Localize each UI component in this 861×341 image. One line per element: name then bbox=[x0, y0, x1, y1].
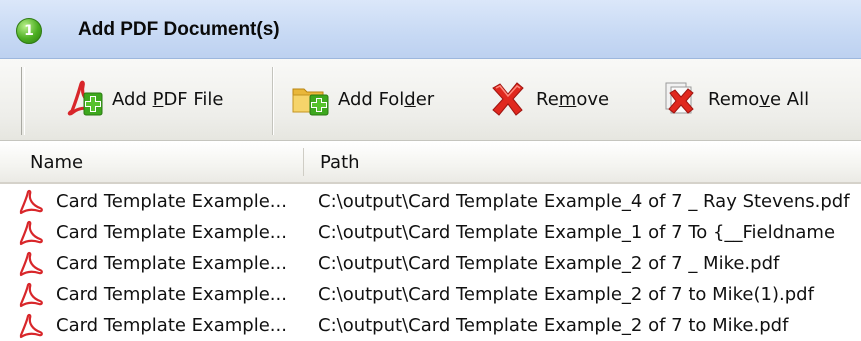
remove-icon bbox=[492, 82, 524, 116]
list-header: Name Path bbox=[0, 142, 861, 184]
step-number-icon: 1 bbox=[16, 18, 42, 44]
add-pdf-file-button[interactable]: Add PDF File bbox=[64, 77, 224, 121]
remove-all-label: Remove All bbox=[708, 88, 810, 110]
toolbar: Add PDF File Add Folder Remove Remove Al… bbox=[0, 59, 861, 141]
panel-titlebar: 1 Add PDF Document(s) bbox=[0, 0, 861, 59]
remove-all-icon bbox=[665, 82, 694, 114]
list-item[interactable]: Card Template Example... C:\output\Card … bbox=[0, 186, 861, 217]
list-item[interactable]: Card Template Example... C:\output\Card … bbox=[0, 279, 861, 310]
file-list: Card Template Example... C:\output\Card … bbox=[0, 186, 861, 341]
file-path: C:\output\Card Template Example_2 of 7 _… bbox=[318, 253, 780, 274]
add-folder-icon bbox=[292, 88, 329, 116]
remove-label: Remove bbox=[536, 88, 610, 110]
file-name: Card Template Example... bbox=[56, 315, 287, 336]
add-pdf-file-label: Add PDF File bbox=[112, 88, 224, 110]
column-header-path[interactable]: Path bbox=[320, 152, 360, 173]
list-item[interactable]: Card Template Example... C:\output\Card … bbox=[0, 217, 861, 248]
add-folder-button[interactable]: Add Folder bbox=[290, 77, 434, 121]
file-name: Card Template Example... bbox=[56, 222, 287, 243]
pdf-file-icon bbox=[19, 251, 43, 277]
column-header-name[interactable]: Name bbox=[30, 152, 83, 173]
panel-title: Add PDF Document(s) bbox=[78, 19, 280, 40]
file-path: C:\output\Card Template Example_2 of 7 t… bbox=[318, 284, 814, 305]
toolbar-separator bbox=[272, 67, 274, 135]
file-name: Card Template Example... bbox=[56, 284, 287, 305]
file-path: C:\output\Card Template Example_1 of 7 T… bbox=[318, 222, 836, 243]
pdf-file-icon bbox=[19, 220, 43, 246]
remove-all-button[interactable]: Remove All bbox=[660, 77, 809, 121]
list-item[interactable]: Card Template Example... C:\output\Card … bbox=[0, 310, 861, 341]
add-pdf-icon bbox=[67, 80, 103, 116]
pdf-file-icon bbox=[19, 189, 43, 215]
file-path: C:\output\Card Template Example_2 of 7 t… bbox=[318, 315, 789, 336]
file-path: C:\output\Card Template Example_4 of 7 _… bbox=[318, 191, 850, 212]
pdf-file-icon bbox=[19, 282, 43, 308]
file-name: Card Template Example... bbox=[56, 191, 287, 212]
pdf-file-icon bbox=[19, 313, 43, 339]
list-item[interactable]: Card Template Example... C:\output\Card … bbox=[0, 248, 861, 279]
file-name: Card Template Example... bbox=[56, 253, 287, 274]
add-folder-label: Add Folder bbox=[338, 88, 435, 110]
toolbar-grip[interactable] bbox=[21, 67, 25, 135]
column-resize-handle[interactable] bbox=[303, 148, 304, 176]
remove-button[interactable]: Remove bbox=[488, 77, 609, 121]
